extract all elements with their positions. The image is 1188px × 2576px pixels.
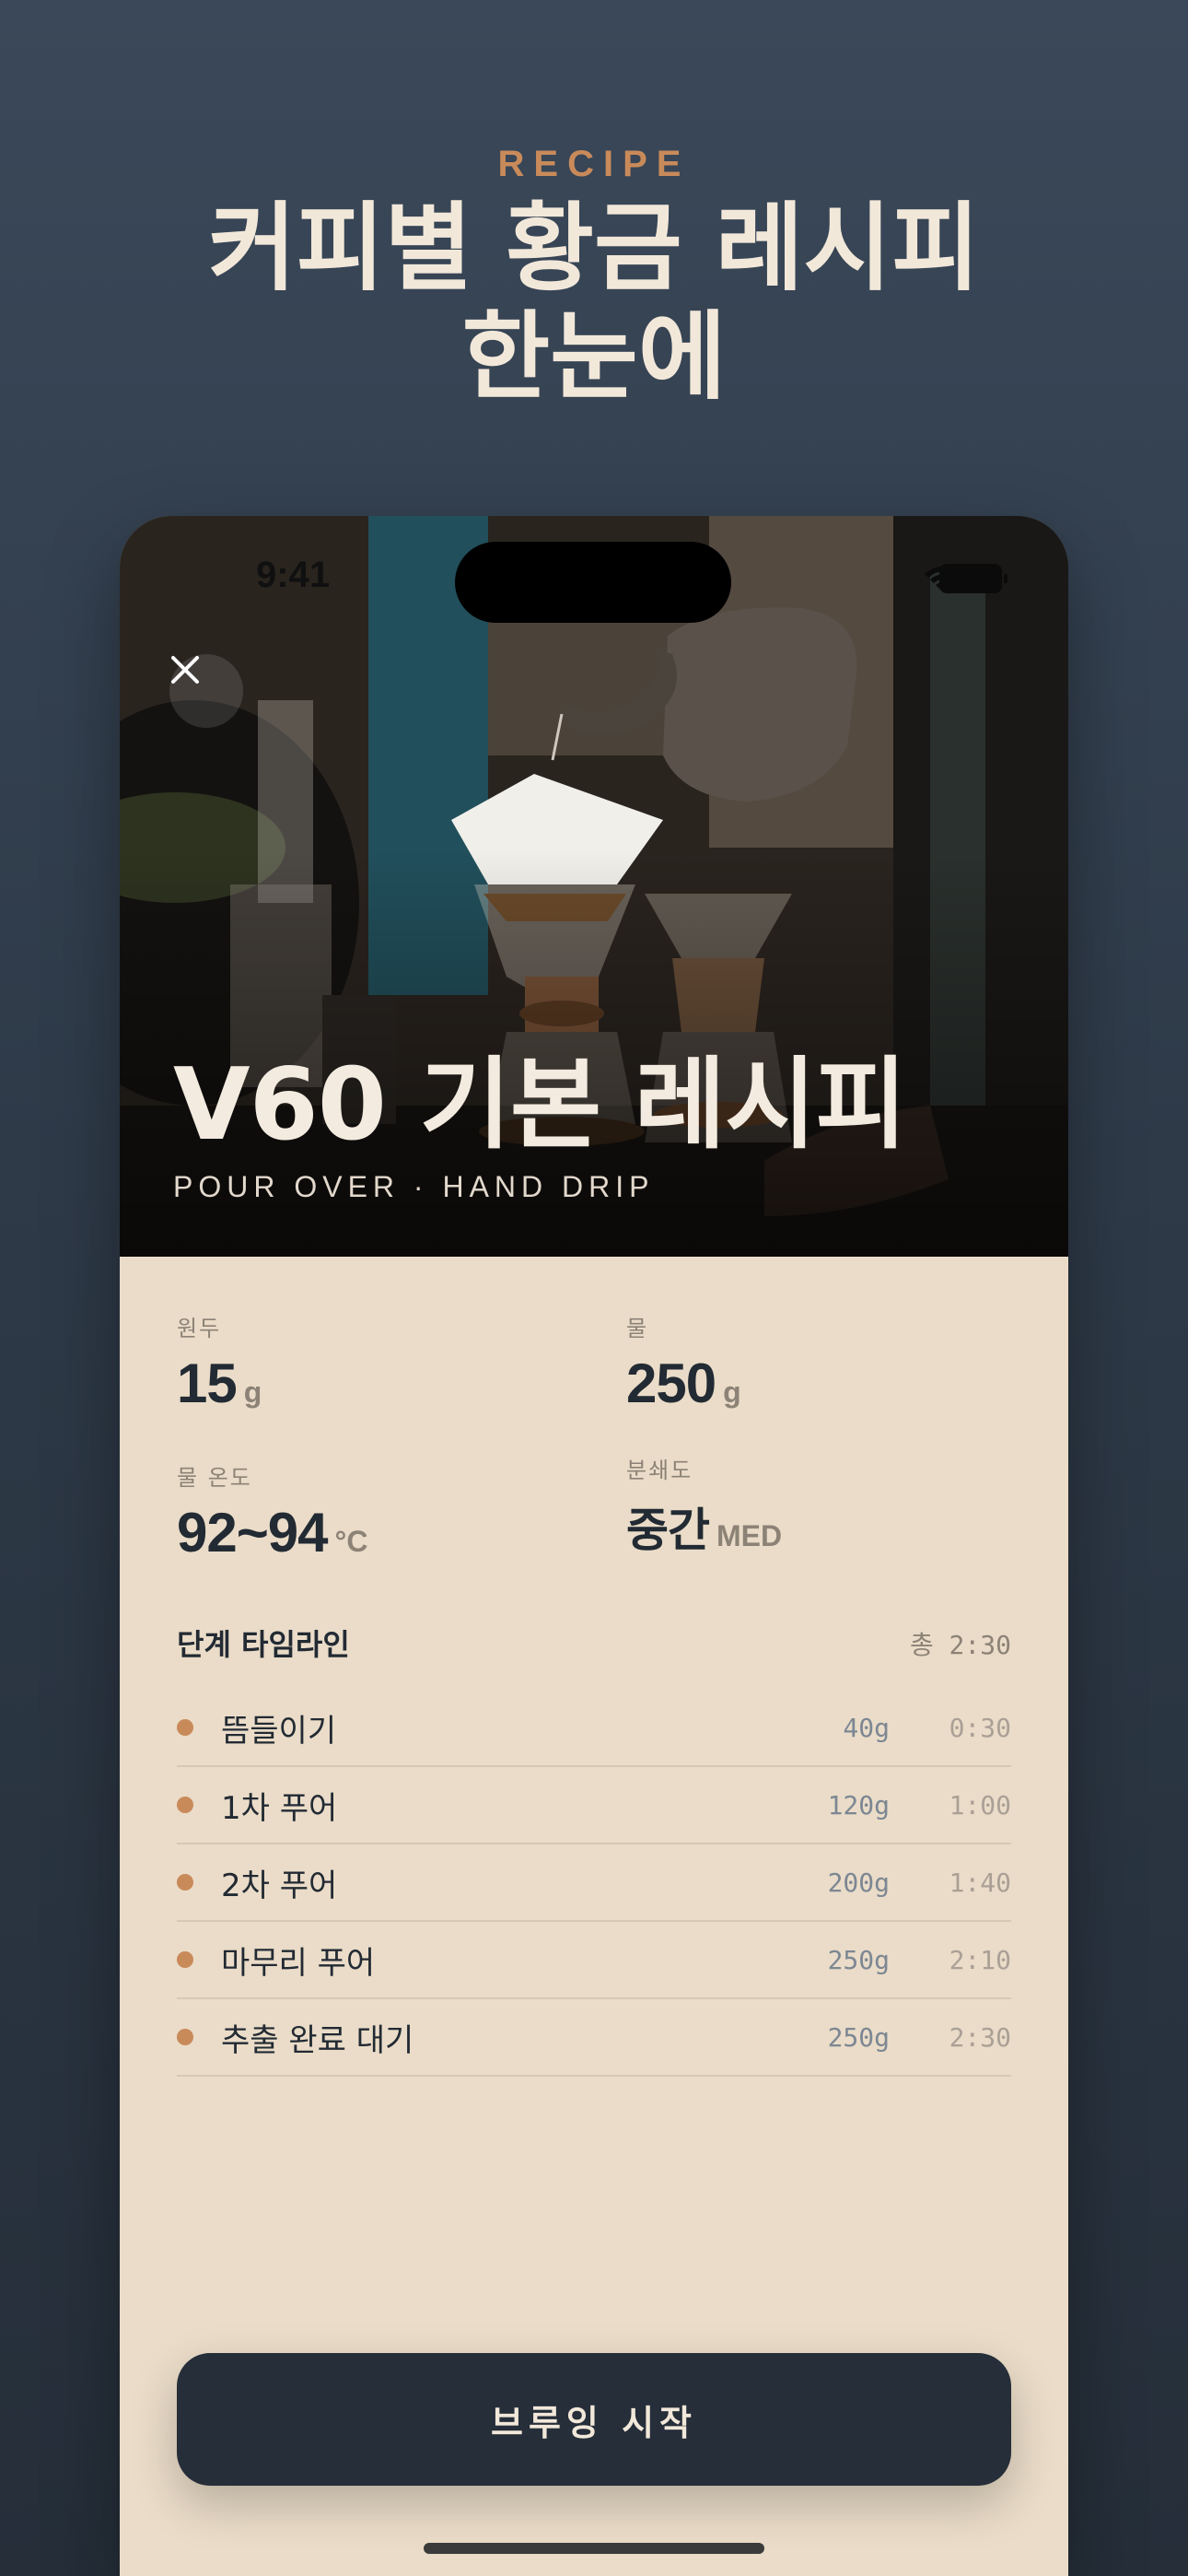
step-dot	[177, 1951, 193, 1968]
stat-unit: g	[243, 1376, 262, 1409]
recipe-subtitle: POUR OVER · HAND DRIP	[173, 1170, 655, 1203]
stat-label: 분쇄도	[626, 1458, 693, 1483]
step-time: 1:00	[949, 1789, 1011, 1821]
step-name: 1차 푸어	[221, 1789, 338, 1827]
dynamic-island	[455, 542, 731, 623]
step-amount: 120g	[827, 1789, 890, 1821]
promo-headline: 커피별 황금 레시피 한눈에	[0, 193, 1188, 411]
timeline-header: 단계 타임라인 총 2:30	[177, 1622, 1011, 1677]
stat-value: 중간	[626, 1504, 710, 1557]
close-button[interactable]	[169, 654, 243, 728]
step-name: 2차 푸어	[221, 1867, 338, 1904]
stat-unit: °C	[334, 1525, 368, 1558]
step-row[interactable]: 1차 푸어 120g 1:00	[177, 1767, 1011, 1844]
status-icons	[923, 564, 1007, 593]
step-amount: 250g	[827, 1944, 890, 1975]
battery-icon	[939, 564, 1007, 593]
hero-image: 9:41 V60 기본 레시피 POUR OVER · HAND DRIP	[120, 516, 1068, 1257]
start-brewing-button[interactable]: 브루잉 시작	[177, 2353, 1011, 2486]
step-amount: 200g	[827, 1867, 890, 1898]
step-dot	[177, 2029, 193, 2045]
stat-unit: g	[723, 1376, 741, 1409]
timeline-total: 총 2:30	[909, 1630, 1011, 1660]
step-time: 0:30	[949, 1712, 1011, 1743]
stat-label: 물 온도	[177, 1465, 252, 1491]
step-row[interactable]: 2차 푸어 200g 1:40	[177, 1844, 1011, 1922]
step-name: 뜸들이기	[221, 1712, 337, 1750]
stat-beans: 원두 15 g	[177, 1310, 564, 1415]
stat-value: 15	[177, 1352, 238, 1414]
stat-value: 92~94	[177, 1502, 329, 1563]
step-row[interactable]: 추출 완료 대기 250g 2:30	[177, 1999, 1011, 2077]
step-time: 2:10	[949, 1944, 1011, 1975]
step-dot	[177, 1874, 193, 1891]
step-time: 1:40	[949, 1867, 1011, 1898]
stat-unit: MED	[716, 1519, 783, 1552]
stat-label: 물	[626, 1316, 649, 1341]
stat-temperature: 물 온도 92~94 °C	[177, 1459, 564, 1564]
recipe-title: V60 기본 레시피	[173, 1048, 907, 1163]
step-amount: 40g	[843, 1712, 890, 1743]
home-indicator	[424, 2543, 764, 2554]
stat-water: 물 250 g	[626, 1310, 1013, 1415]
stat-label: 원두	[177, 1316, 222, 1341]
headline-line-2: 한눈에	[461, 300, 727, 413]
step-row[interactable]: 마무리 푸어 250g 2:10	[177, 1922, 1011, 1999]
step-dot	[177, 1797, 193, 1813]
step-list: 뜸들이기 40g 0:30 1차 푸어 120g 1:00 2차 푸어 200g…	[177, 1690, 1011, 2077]
step-name: 추출 완료 대기	[221, 2021, 414, 2059]
status-time: 9:41	[256, 555, 331, 595]
timeline-title: 단계 타임라인	[177, 1627, 350, 1662]
step-time: 2:30	[949, 2021, 1011, 2053]
step-amount: 250g	[827, 2021, 890, 2053]
stat-value: 250	[626, 1352, 716, 1414]
phone-screen: 9:41 V60 기본 레시피 POUR OVER · HAND DRIP 원두…	[120, 516, 1068, 2576]
step-name: 마무리 푸어	[221, 1944, 376, 1982]
stat-grind: 분쇄도 중간 MED	[626, 1452, 1013, 1560]
headline-line-1: 커피별 황금 레시피	[208, 192, 980, 304]
step-dot	[177, 1719, 193, 1736]
eyebrow-label: RECIPE	[497, 144, 691, 184]
step-row[interactable]: 뜸들이기 40g 0:30	[177, 1690, 1011, 1767]
